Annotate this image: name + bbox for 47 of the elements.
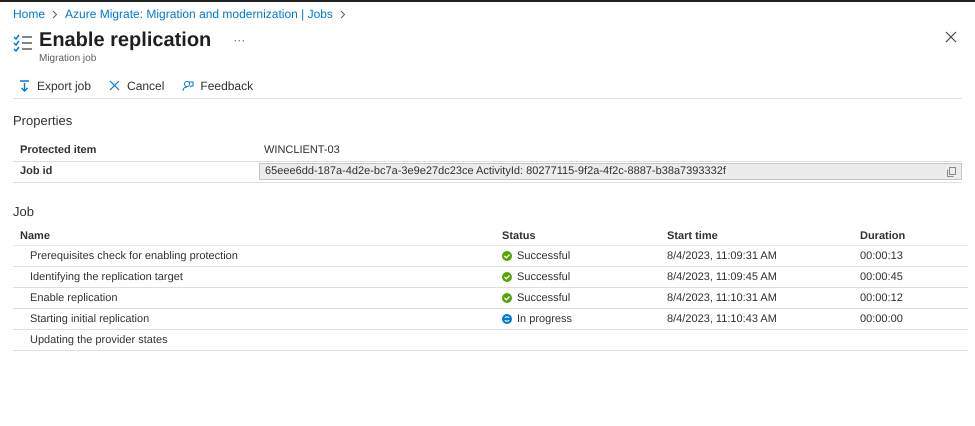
table-cell-text: Successful: [517, 290, 570, 306]
check-icon: [502, 272, 512, 282]
export-button[interactable]: Export job: [13, 77, 92, 95]
check-icon: [502, 251, 512, 261]
table-cell-text: Successful: [517, 248, 570, 264]
checklist-icon: [13, 33, 33, 53]
table-cell: 00:00:45: [860, 270, 903, 283]
table-cell: 00:00:12: [860, 292, 903, 304]
table-cell: 00:00:13: [860, 250, 903, 262]
table-cell: 8/4/2023, 11:10:43 AM: [667, 312, 777, 325]
table-cell-text: Identifying the replication target: [29, 270, 184, 285]
close-icon[interactable]: [945, 31, 957, 43]
table-cell: 00:00:00: [860, 312, 903, 325]
column-header: Start time: [667, 228, 719, 244]
table-cell-text: Successful: [517, 270, 570, 285]
table-cell: 8/4/2023, 11:09:45 AM: [667, 270, 777, 283]
close-icon: [109, 80, 122, 92]
job-id-value: 65eee6dd-187a-4d2e-bc7a-3e9e27dc23ce ActivityId: 80277115-9f2a-4f2c-8887-b38a7393332f: [265, 164, 727, 179]
section-heading: Properties: [13, 112, 74, 130]
property-label: Job id: [19, 164, 54, 180]
page-subtitle: Migration job: [39, 53, 98, 65]
table-cell: 8/4/2023, 11:09:31 AM: [667, 250, 777, 262]
person-chat-icon: [182, 80, 194, 92]
page-title: Enable replication: [39, 28, 212, 53]
download-icon: [19, 80, 31, 92]
table-cell: 8/4/2023, 11:10:31 AM: [667, 292, 777, 304]
property-value: WINCLIENT-03: [263, 143, 340, 158]
table-cell-text: Prerequisites check for enabling protection: [29, 248, 239, 264]
property-label: Protected item: [19, 143, 98, 158]
feedback-button[interactable]: Feedback: [176, 77, 254, 95]
chevron-icon: [52, 10, 58, 18]
table-cell-text: Updating the provider states: [29, 332, 169, 348]
column-header: Name: [19, 228, 51, 244]
check-icon: [502, 293, 512, 303]
table-cell-text: Enable replication: [29, 290, 118, 306]
table-cell-text: Starting initial replication: [29, 312, 150, 327]
copy-icon[interactable]: [947, 166, 956, 176]
chevron-icon: [340, 10, 346, 18]
more-button[interactable]: ···: [233, 31, 246, 49]
section-heading: Job: [13, 202, 35, 220]
breadcrumb-link[interactable]: Azure Migrate: Migration and modernization | Jobs: [65, 5, 333, 23]
breadcrumb-link[interactable]: Home: [13, 5, 46, 23]
column-header: Status: [502, 228, 537, 244]
cancel-button[interactable]: Cancel: [103, 77, 164, 95]
table-cell-text: In progress: [517, 312, 572, 327]
sync-icon: [502, 314, 512, 324]
column-header: Duration: [860, 228, 906, 244]
